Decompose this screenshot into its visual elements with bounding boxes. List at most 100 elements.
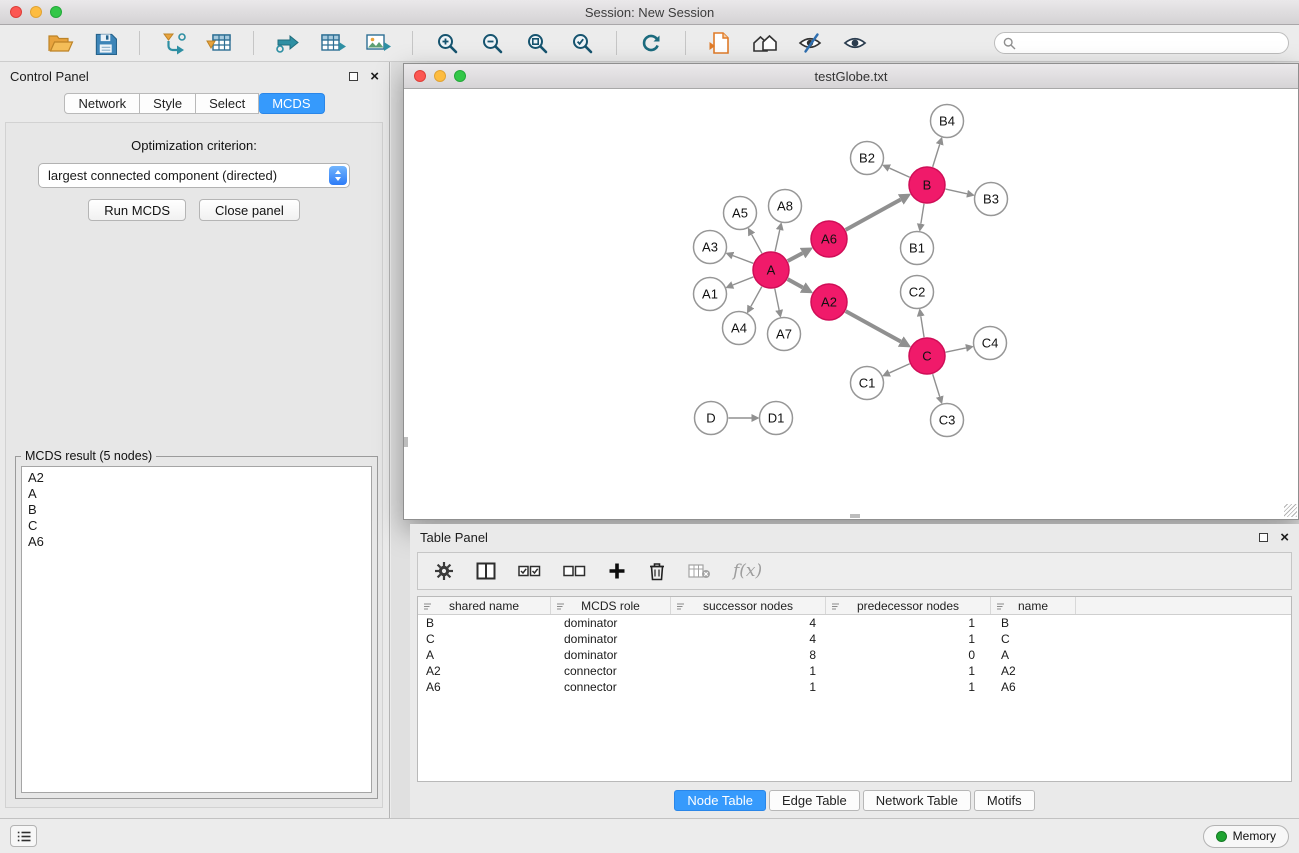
table-row[interactable]: Cdominator41C xyxy=(418,631,1291,647)
tab-mcds[interactable]: MCDS xyxy=(259,93,324,114)
export-network-button[interactable] xyxy=(270,28,306,58)
graph-node-B1[interactable]: B1 xyxy=(901,232,934,265)
graph-edge-A-A6[interactable] xyxy=(788,253,803,261)
graph-edge-C-C4[interactable] xyxy=(946,348,966,352)
graph-node-A3[interactable]: A3 xyxy=(694,231,727,264)
graph-edge-A-A5[interactable] xyxy=(752,235,762,254)
graph-node-C[interactable]: C xyxy=(909,338,945,374)
graph-edge-B-B2[interactable] xyxy=(889,168,909,177)
graph-edge-A-A1[interactable] xyxy=(733,277,754,285)
refresh-layout-button[interactable] xyxy=(633,28,669,58)
search-box[interactable] xyxy=(994,32,1289,54)
graph-edge-C-C3[interactable] xyxy=(933,374,940,396)
close-table-panel-icon[interactable]: × xyxy=(1280,530,1289,545)
column-header-shared-name[interactable]: shared name xyxy=(418,597,551,614)
column-header-successor-nodes[interactable]: successor nodes xyxy=(671,597,826,614)
network-graph[interactable]: B4 B2 B B3 A5 A8 A6 B1 A3 A C2 A1 A2 A4 A7 C4 C C1 C3 D D1 xyxy=(404,89,1298,518)
graph-node-A1[interactable]: A1 xyxy=(694,278,727,311)
graph-node-A7[interactable]: A7 xyxy=(768,318,801,351)
graph-node-A5[interactable]: A5 xyxy=(724,197,757,230)
add-column-button[interactable] xyxy=(608,562,626,580)
graph-node-C3[interactable]: C3 xyxy=(931,404,964,437)
graph-edge-B-B1[interactable] xyxy=(921,204,924,224)
open-session-button[interactable] xyxy=(42,28,78,58)
graph-edge-A-A3[interactable] xyxy=(733,256,753,264)
tab-style[interactable]: Style xyxy=(140,93,196,114)
graph-edge-A-A2[interactable] xyxy=(788,279,803,287)
graph-node-C1[interactable]: C1 xyxy=(851,367,884,400)
tab-motifs[interactable]: Motifs xyxy=(974,790,1035,811)
result-item[interactable]: B xyxy=(28,502,365,518)
import-table-button[interactable] xyxy=(201,28,237,58)
graph-node-B2[interactable]: B2 xyxy=(851,142,884,175)
graph-node-D1[interactable]: D1 xyxy=(760,402,793,435)
graphics-details-button[interactable] xyxy=(792,28,828,58)
close-panel-button[interactable]: Close panel xyxy=(199,199,300,221)
mcds-result-list[interactable]: A2ABCA6 xyxy=(21,466,372,793)
export-image-button[interactable] xyxy=(360,28,396,58)
graph-edge-C-C2[interactable] xyxy=(921,316,924,337)
graph-node-C4[interactable]: C4 xyxy=(974,327,1007,360)
task-history-button[interactable] xyxy=(10,825,37,847)
criterion-dropdown[interactable]: largest connected component (directed) xyxy=(38,163,350,188)
graph-edge-A6-B[interactable] xyxy=(846,199,901,229)
graph-node-B4[interactable]: B4 xyxy=(931,105,964,138)
graph-edge-C-C1[interactable] xyxy=(889,364,909,373)
zoom-out-button[interactable] xyxy=(474,28,510,58)
close-network-window-button[interactable] xyxy=(414,70,426,82)
table-row[interactable]: A6connector11A6 xyxy=(418,679,1291,695)
import-network-button[interactable] xyxy=(156,28,192,58)
column-header-MCDS-role[interactable]: MCDS role xyxy=(551,597,671,614)
graph-edge-B-B3[interactable] xyxy=(946,189,968,194)
table-settings-button[interactable] xyxy=(434,561,454,581)
close-panel-icon[interactable]: × xyxy=(370,69,379,84)
graph-node-B[interactable]: B xyxy=(909,167,945,203)
graph-edge-A-A7[interactable] xyxy=(775,289,779,310)
deselect-all-button[interactable] xyxy=(563,564,586,578)
tab-edge-table[interactable]: Edge Table xyxy=(769,790,860,811)
network-file-button[interactable] xyxy=(702,28,738,58)
result-item[interactable]: A xyxy=(28,486,365,502)
graph-node-A2[interactable]: A2 xyxy=(811,284,847,320)
tab-select[interactable]: Select xyxy=(196,93,259,114)
column-header-predecessor-nodes[interactable]: predecessor nodes xyxy=(826,597,991,614)
graph-node-A6[interactable]: A6 xyxy=(811,221,847,257)
memory-button[interactable]: Memory xyxy=(1203,825,1289,848)
search-input[interactable] xyxy=(1021,35,1280,51)
result-item[interactable]: C xyxy=(28,518,365,534)
show-hide-button[interactable] xyxy=(837,28,873,58)
tab-network[interactable]: Network xyxy=(64,93,140,114)
graph-edge-A2-C[interactable] xyxy=(846,311,901,341)
graph-node-A4[interactable]: A4 xyxy=(723,312,756,345)
graph-node-D[interactable]: D xyxy=(695,402,728,435)
run-mcds-button[interactable]: Run MCDS xyxy=(88,199,186,221)
minimize-network-window-button[interactable] xyxy=(434,70,446,82)
graph-node-A8[interactable]: A8 xyxy=(769,190,802,223)
zoom-fit-button[interactable] xyxy=(519,28,555,58)
graph-node-B3[interactable]: B3 xyxy=(975,183,1008,216)
result-item[interactable]: A6 xyxy=(28,534,365,550)
table-row[interactable]: Bdominator41B xyxy=(418,615,1291,631)
table-row[interactable]: Adominator80A xyxy=(418,647,1291,663)
graph-edge-A-A8[interactable] xyxy=(775,230,780,252)
network-canvas[interactable]: B4 B2 B B3 A5 A8 A6 B1 A3 A C2 A1 A2 A4 A7 C4 C C1 C3 D D1 xyxy=(404,89,1298,518)
save-session-button[interactable] xyxy=(87,28,123,58)
delete-column-button[interactable] xyxy=(648,561,666,581)
graph-edge-B-B4[interactable] xyxy=(933,144,940,166)
minimize-window-button[interactable] xyxy=(30,6,42,18)
resize-grip[interactable] xyxy=(1284,504,1297,517)
graph-node-C2[interactable]: C2 xyxy=(901,276,934,309)
result-item[interactable]: A2 xyxy=(28,470,365,486)
tab-node-table[interactable]: Node Table xyxy=(674,790,766,811)
column-header-name[interactable]: name xyxy=(991,597,1076,614)
export-table-button[interactable] xyxy=(315,28,351,58)
graph-node-A[interactable]: A xyxy=(753,252,789,288)
float-table-panel-icon[interactable] xyxy=(1259,533,1268,542)
close-window-button[interactable] xyxy=(10,6,22,18)
graph-edge-A-A4[interactable] xyxy=(751,287,762,307)
select-all-button[interactable] xyxy=(518,564,541,578)
table-row[interactable]: A2connector11A2 xyxy=(418,663,1291,679)
show-welcome-button[interactable] xyxy=(747,28,783,58)
zoom-selected-button[interactable] xyxy=(564,28,600,58)
tab-network-table[interactable]: Network Table xyxy=(863,790,971,811)
